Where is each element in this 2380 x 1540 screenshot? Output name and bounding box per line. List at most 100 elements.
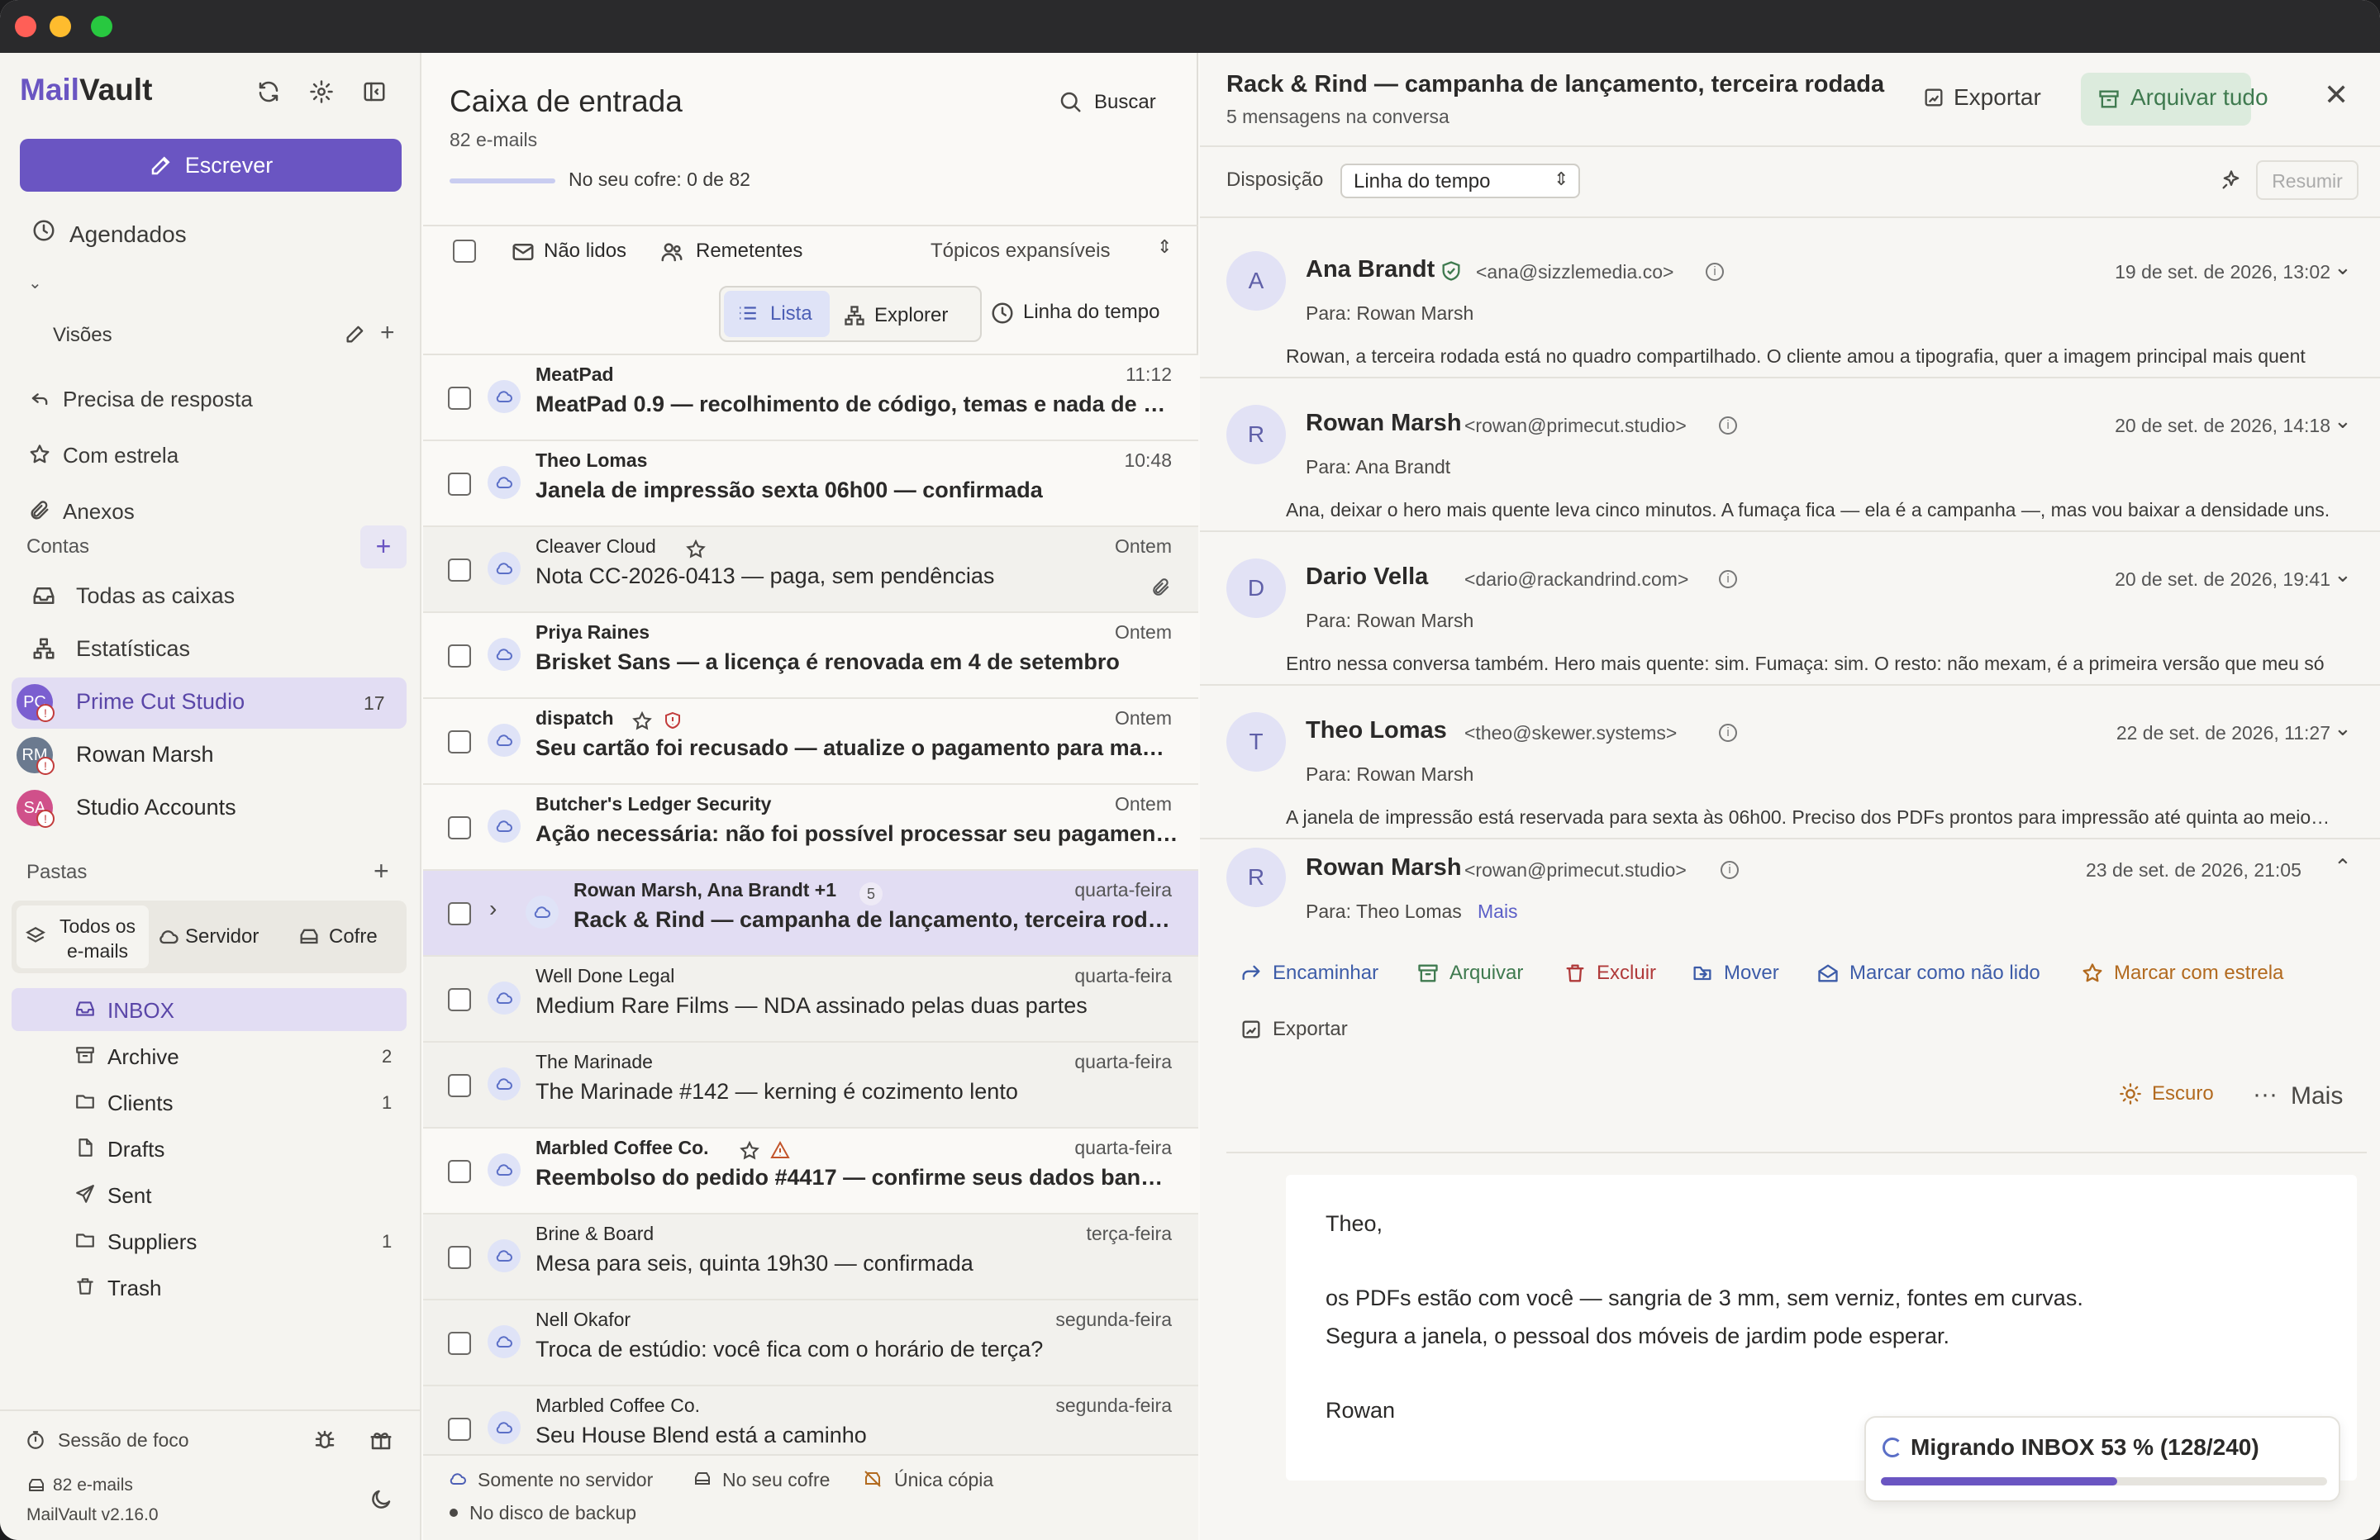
moon-icon[interactable] (369, 1487, 393, 1512)
info-icon[interactable]: i (1721, 861, 1739, 879)
folder-item[interactable]: Trash (12, 1266, 407, 1309)
bug-icon[interactable] (312, 1428, 337, 1452)
row-checkbox[interactable] (448, 1418, 471, 1441)
row-checkbox[interactable] (448, 1332, 471, 1355)
collapse-sidebar-icon[interactable] (362, 79, 387, 104)
add-view-icon[interactable]: + (380, 319, 395, 347)
info-icon[interactable]: i (1719, 570, 1737, 588)
message-row[interactable]: Cleaver Cloud Ontem Nota CC-2026-0413 — … (423, 527, 1198, 613)
chevron-down-icon[interactable]: ⌄ (2334, 408, 2352, 434)
sidebar-view-item[interactable]: Com estrela (12, 433, 407, 479)
account-item[interactable]: SA ! Studio Accounts (12, 783, 407, 834)
thread-message[interactable]: D Dario Vella <dario@rackandrind.com> i … (1200, 534, 2380, 686)
row-checkbox[interactable] (448, 558, 471, 582)
folder-item[interactable]: Clients 1 (12, 1081, 407, 1124)
thread-message[interactable]: T Theo Lomas <theo@skewer.systems> i 22 … (1200, 687, 2380, 839)
close-reader-icon[interactable]: ✕ (2324, 78, 2349, 112)
summarize-button[interactable]: Resumir (2256, 160, 2359, 200)
info-icon[interactable]: i (1706, 263, 1724, 281)
filter-unread[interactable]: Não lidos (544, 240, 626, 263)
sparkles-icon[interactable] (2220, 169, 2243, 192)
dark-mode-toggle[interactable]: Escuro (2119, 1082, 2214, 1105)
filter-senders[interactable]: Remetentes (696, 240, 802, 263)
add-folder-icon[interactable]: + (374, 856, 389, 886)
scheduled-link[interactable]: Agendados (69, 221, 187, 248)
chevron-down-icon[interactable]: ⌄ (2334, 254, 2352, 280)
row-checkbox[interactable] (448, 1160, 471, 1183)
info-icon[interactable]: i (1719, 416, 1737, 435)
gear-icon[interactable] (309, 79, 334, 104)
message-row[interactable]: dispatch Ontem Seu cartão foi recusado —… (423, 699, 1198, 785)
zoom-window-button[interactable] (91, 16, 112, 37)
row-checkbox[interactable] (448, 473, 471, 496)
folder-item[interactable]: Archive 2 (12, 1034, 407, 1077)
star-button[interactable]: Marcar com estrela (2081, 962, 2283, 985)
view-list-button[interactable]: Lista (724, 291, 830, 337)
chevron-up-icon[interactable]: ⌄ (2334, 853, 2352, 878)
pencil-icon[interactable] (344, 322, 367, 345)
export-button[interactable]: Exportar (1954, 84, 2041, 111)
select-all-checkbox[interactable] (453, 240, 476, 263)
account-item[interactable]: PC ! Prime Cut Studio 17 (12, 677, 407, 729)
thread-message[interactable]: A Ana Brandt <ana@sizzlemedia.co> i 19 d… (1200, 226, 2380, 378)
search-button[interactable]: Buscar (1094, 91, 1156, 114)
row-checkbox[interactable] (448, 902, 471, 925)
gift-icon[interactable] (369, 1428, 393, 1452)
row-checkbox[interactable] (448, 1246, 471, 1269)
focus-session-button[interactable]: Sessão de foco (58, 1429, 189, 1452)
sidebar-view-item[interactable]: Anexos (12, 489, 407, 535)
archive-button[interactable]: Arquivar (1416, 962, 1523, 985)
chevron-down-icon[interactable]: ⌄ (28, 273, 42, 293)
account-item[interactable]: RM ! Rowan Marsh (12, 730, 407, 782)
row-checkbox[interactable] (448, 816, 471, 839)
view-timeline-button[interactable]: Linha do tempo (1023, 301, 1159, 324)
forward-button[interactable]: Encaminhar (1240, 962, 1378, 985)
row-checkbox[interactable] (448, 387, 471, 410)
tab-server[interactable]: Servidor (185, 925, 259, 948)
add-account-button[interactable]: + (360, 525, 407, 568)
search-icon[interactable] (1058, 89, 1083, 114)
more-icon[interactable]: ··· (2253, 1081, 2278, 1109)
row-checkbox[interactable] (448, 730, 471, 753)
chevron-down-icon[interactable]: ⌄ (2334, 562, 2352, 587)
message-row[interactable]: MeatPad 11:12 MeatPad 0.9 — recolhimento… (423, 355, 1198, 441)
delete-button[interactable]: Excluir (1564, 962, 1656, 985)
row-checkbox[interactable] (448, 1074, 471, 1097)
star-icon[interactable] (739, 1140, 760, 1162)
message-row[interactable]: Marbled Coffee Co. quarta-feira Reembols… (423, 1129, 1198, 1214)
row-checkbox[interactable] (448, 988, 471, 1011)
folder-item[interactable]: Drafts (12, 1127, 407, 1170)
star-icon[interactable] (685, 539, 707, 560)
minimize-window-button[interactable] (50, 16, 71, 37)
message-row[interactable]: Brine & Board terça-feira Mesa para seis… (423, 1214, 1198, 1300)
message-row[interactable]: Well Done Legal quarta-feira Medium Rare… (423, 957, 1198, 1043)
layout-select[interactable]: Linha do tempo ⇕ (1340, 164, 1580, 198)
compose-button[interactable]: Escrever (20, 139, 402, 192)
folder-item[interactable]: Suppliers 1 (12, 1219, 407, 1262)
views-header[interactable]: Visões (53, 324, 112, 347)
row-checkbox[interactable] (448, 644, 471, 668)
more-recipients-link[interactable]: Mais (1478, 901, 1518, 923)
chevron-down-icon[interactable]: ⌄ (2334, 715, 2352, 741)
sync-icon[interactable] (256, 79, 281, 104)
close-window-button[interactable] (15, 16, 36, 37)
message-row[interactable]: › Rowan Marsh, Ana Brandt +1 5 quarta-fe… (423, 871, 1198, 957)
archive-all-button[interactable]: Arquivar tudo (2081, 73, 2268, 126)
message-row[interactable]: Butcher's Ledger Security Ontem Ação nec… (423, 785, 1198, 871)
more-button[interactable]: Mais (2291, 1082, 2343, 1110)
message-row[interactable]: Priya Raines Ontem Brisket Sans — a lice… (423, 613, 1198, 699)
chevron-right-icon[interactable]: › (489, 896, 497, 922)
info-icon[interactable]: i (1719, 724, 1737, 742)
sidebar-account-link[interactable]: Todas as caixas (12, 573, 407, 620)
sidebar-account-link[interactable]: Estatísticas (12, 626, 407, 673)
star-icon[interactable] (631, 711, 653, 732)
move-button[interactable]: Mover (1691, 962, 1779, 985)
folder-item[interactable]: Sent (12, 1173, 407, 1216)
message-row[interactable]: Theo Lomas 10:48 Janela de impressão sex… (423, 441, 1198, 527)
view-explorer-button[interactable]: Explorer (874, 304, 948, 327)
thread-message[interactable]: R Rowan Marsh <rowan@primecut.studio> i … (1200, 380, 2380, 532)
export-message-button[interactable]: Exportar (1240, 1018, 1348, 1041)
sidebar-view-item[interactable]: Precisa de resposta (12, 377, 407, 423)
tab-vault[interactable]: Cofre (329, 925, 378, 948)
message-row[interactable]: The Marinade quarta-feira The Marinade #… (423, 1043, 1198, 1129)
